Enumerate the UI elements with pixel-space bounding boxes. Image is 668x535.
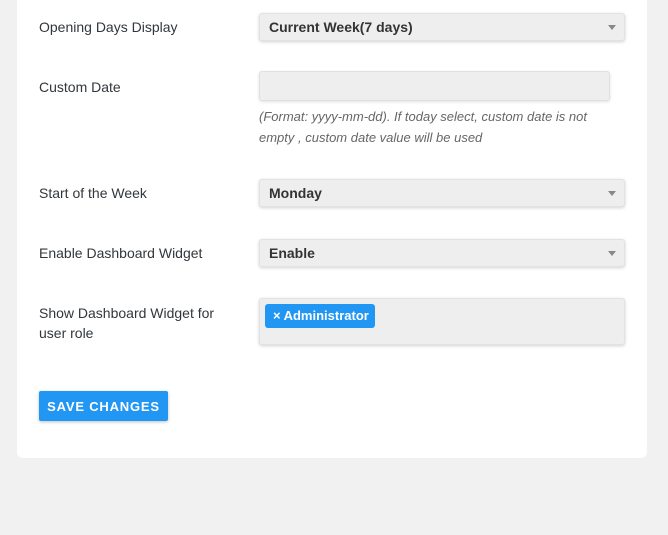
close-icon[interactable]: ×	[273, 304, 281, 328]
widget-roles-multiselect[interactable]: × Administrator	[259, 298, 625, 345]
save-changes-button[interactable]: SAVE CHANGES	[39, 391, 168, 421]
start-of-week-select[interactable]: Monday	[259, 179, 625, 207]
dashboard-widget-select[interactable]: Enable	[259, 239, 625, 267]
start-of-week-label: Start of the Week	[39, 185, 147, 201]
custom-date-hint: (Format: yyyy-mm-dd). If today select, c…	[259, 109, 587, 145]
dashboard-widget-value: Enable	[269, 245, 315, 261]
start-of-week-value: Monday	[269, 185, 322, 201]
chevron-down-icon	[608, 191, 616, 196]
opening-days-label: Opening Days Display	[39, 19, 178, 35]
role-tag-administrator: × Administrator	[265, 304, 375, 328]
custom-date-label: Custom Date	[39, 79, 121, 95]
dashboard-widget-label: Enable Dashboard Widget	[39, 245, 203, 261]
custom-date-input[interactable]	[259, 71, 610, 101]
opening-days-value: Current Week(7 days)	[269, 19, 413, 35]
widget-roles-label: Show Dashboard Widget for user role	[39, 305, 215, 341]
chevron-down-icon	[608, 251, 616, 256]
role-tag-label: Administrator	[283, 308, 369, 323]
opening-days-select[interactable]: Current Week(7 days)	[259, 13, 625, 41]
settings-card	[17, 0, 647, 458]
chevron-down-icon	[608, 25, 616, 30]
